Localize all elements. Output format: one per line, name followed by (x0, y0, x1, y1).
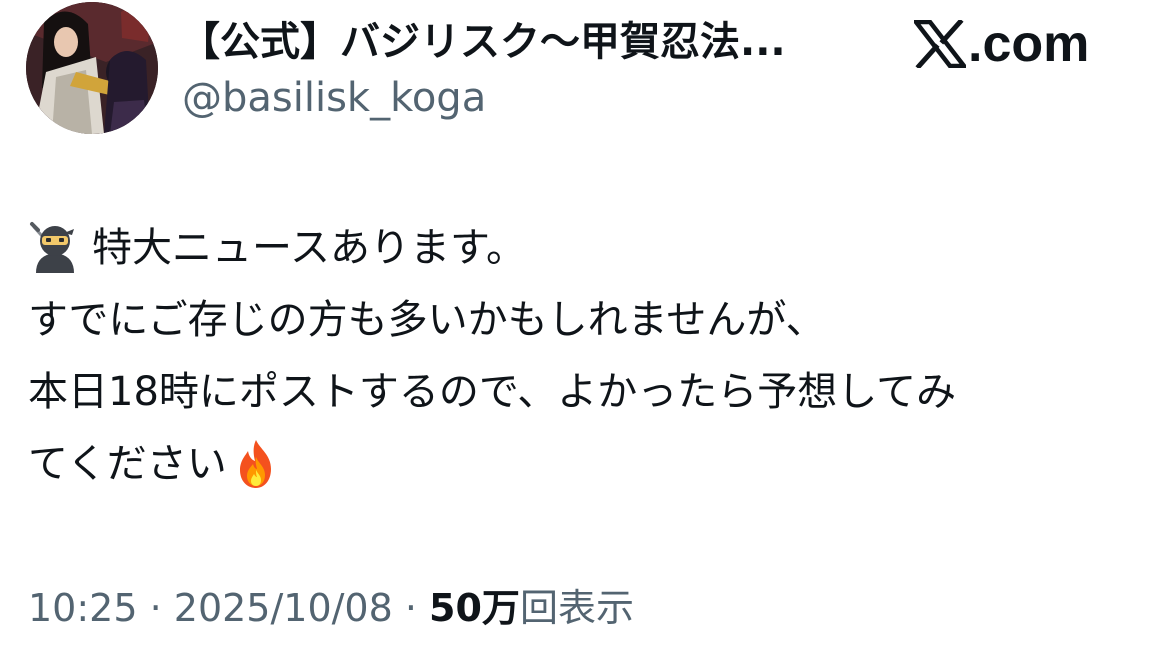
tweet-line: てください (28, 428, 1158, 500)
fire-emoji (229, 437, 283, 491)
tweet-line-text: すでにご存じの方も多いかもしれませんが、 (28, 297, 826, 343)
account-handle[interactable]: @basilisk_koga (182, 72, 486, 124)
ninja-emoji (28, 221, 82, 275)
site-label: .com (968, 15, 1090, 73)
views-label: 回表示 (519, 586, 634, 630)
tweet-text: 特大ニュースあります。 すでにご存じの方も多いかもしれませんが、 本日18時にポ… (28, 212, 1158, 500)
display-name[interactable]: 【公式】バジリスク〜甲賀忍法... (180, 14, 820, 70)
tweet-line-text: 特大ニュースあります。 (92, 225, 526, 271)
avatar[interactable] (26, 2, 158, 134)
tweet-meta: 10:25 · 2025/10/08 · 50万回表示 (28, 582, 634, 634)
views-count[interactable]: 50万 (429, 586, 520, 630)
meta-separator: · (137, 586, 174, 630)
tweet-date[interactable]: 2025/10/08 (174, 586, 393, 630)
tweet-time[interactable]: 10:25 (28, 586, 138, 630)
x-com-logo: .com (914, 14, 1089, 74)
tweet-line-text: てください (28, 441, 227, 487)
tweet-line: すでにご存じの方も多いかもしれませんが、 (28, 284, 1158, 356)
meta-separator: · (392, 586, 430, 630)
tweet-line-text: 本日18時にポストするので、よかったら予想してみ (28, 369, 957, 415)
x-logo-icon (914, 20, 966, 68)
tweet-line: 特大ニュースあります。 (28, 212, 1158, 284)
tweet-line: 本日18時にポストするので、よかったら予想してみ (28, 356, 1158, 428)
